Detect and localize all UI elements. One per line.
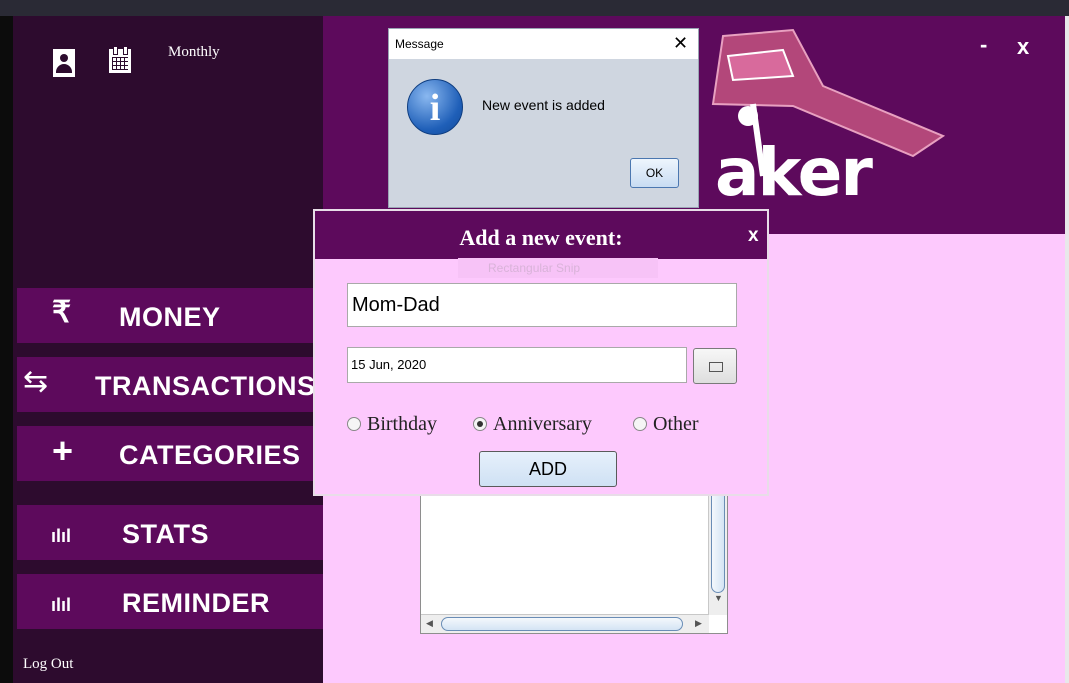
user-icon[interactable] <box>53 49 75 77</box>
horizontal-scroll-thumb[interactable] <box>441 617 683 631</box>
message-dialog: Message ✕ i New event is added OK <box>388 28 699 208</box>
radio-circle-icon <box>633 417 647 431</box>
ok-button[interactable]: OK <box>630 158 679 188</box>
message-dialog-title: Message <box>395 37 444 51</box>
app-window: Monthly ₹ MONEY ⇆ TRANSACTIONS + CATEGOR… <box>0 0 1069 683</box>
scroll-down-icon[interactable]: ▼ <box>714 593 723 603</box>
sidebar-item-label: REMINDER <box>122 588 271 618</box>
radio-anniversary[interactable]: Anniversary <box>473 413 592 436</box>
plus-icon: + <box>52 430 74 471</box>
sidebar-item-label: MONEY <box>119 302 221 332</box>
add-event-dialog-header: Add a new event: x <box>315 211 767 259</box>
radio-label: Anniversary <box>493 413 592 435</box>
event-name-input[interactable]: Mom-Dad <box>347 283 737 327</box>
sidebar-item-money[interactable]: ₹ MONEY <box>17 288 323 343</box>
add-event-dialog: Add a new event: x Rectangular Snip Mom-… <box>313 209 769 496</box>
message-close-icon[interactable]: ✕ <box>673 33 688 54</box>
radio-label: Birthday <box>367 413 437 435</box>
transfer-arrows-icon: ⇆ <box>23 365 49 398</box>
sidebar-item-transactions[interactable]: ⇆ TRANSACTIONS <box>17 357 323 412</box>
sidebar-item-reminder[interactable]: ılıl REMINDER <box>17 574 323 629</box>
sidebar-item-label: TRANSACTIONS <box>95 371 316 401</box>
scroll-left-icon[interactable]: ◀ <box>426 618 433 629</box>
sidebar-item-label: CATEGORIES <box>119 440 301 470</box>
date-picker-button[interactable] <box>693 348 737 384</box>
minimize-button[interactable]: - <box>980 32 987 58</box>
view-mode-label[interactable]: Monthly <box>168 44 220 61</box>
sidebar-item-categories[interactable]: + CATEGORIES <box>17 426 323 481</box>
dialog-close-button[interactable]: x <box>748 225 759 247</box>
close-window-button[interactable]: x <box>1017 34 1029 60</box>
calendar-icon <box>709 362 723 372</box>
calendar-icon[interactable] <box>109 46 131 73</box>
window-left-border <box>0 16 13 683</box>
bar-chart-icon: ılıl <box>51 526 72 546</box>
snip-tooltip: Rectangular Snip <box>458 258 658 278</box>
vertical-scrollbar[interactable]: ▼ <box>708 481 727 615</box>
sidebar-item-label: STATS <box>122 519 209 549</box>
events-list[interactable]: ▼ ◀ ▶ <box>420 480 728 634</box>
message-dialog-titlebar: Message ✕ <box>389 29 698 59</box>
bar-chart-icon: ılıl <box>51 595 72 615</box>
radio-selected-icon <box>473 417 487 431</box>
radio-label: Other <box>653 413 699 435</box>
logo-text: aker <box>715 134 873 211</box>
horizontal-scrollbar[interactable]: ◀ ▶ <box>421 614 709 633</box>
radio-circle-icon <box>347 417 361 431</box>
logout-link[interactable]: Log Out <box>23 656 73 673</box>
radio-birthday[interactable]: Birthday <box>347 413 437 436</box>
sidebar-item-stats[interactable]: ılıl STATS <box>17 505 323 560</box>
window-top-border <box>0 0 1069 16</box>
info-icon: i <box>407 79 463 135</box>
scroll-right-icon[interactable]: ▶ <box>695 618 702 629</box>
event-date-input[interactable]: 15 Jun, 2020 <box>347 347 687 383</box>
vertical-scroll-thumb[interactable] <box>711 483 725 593</box>
dialog-title: Add a new event: <box>459 225 623 250</box>
message-text: New event is added <box>482 97 605 113</box>
radio-other[interactable]: Other <box>633 413 699 436</box>
sidebar: Monthly ₹ MONEY ⇆ TRANSACTIONS + CATEGOR… <box>13 16 323 683</box>
add-event-button[interactable]: ADD <box>479 451 617 487</box>
rupee-icon: ₹ <box>52 296 72 329</box>
